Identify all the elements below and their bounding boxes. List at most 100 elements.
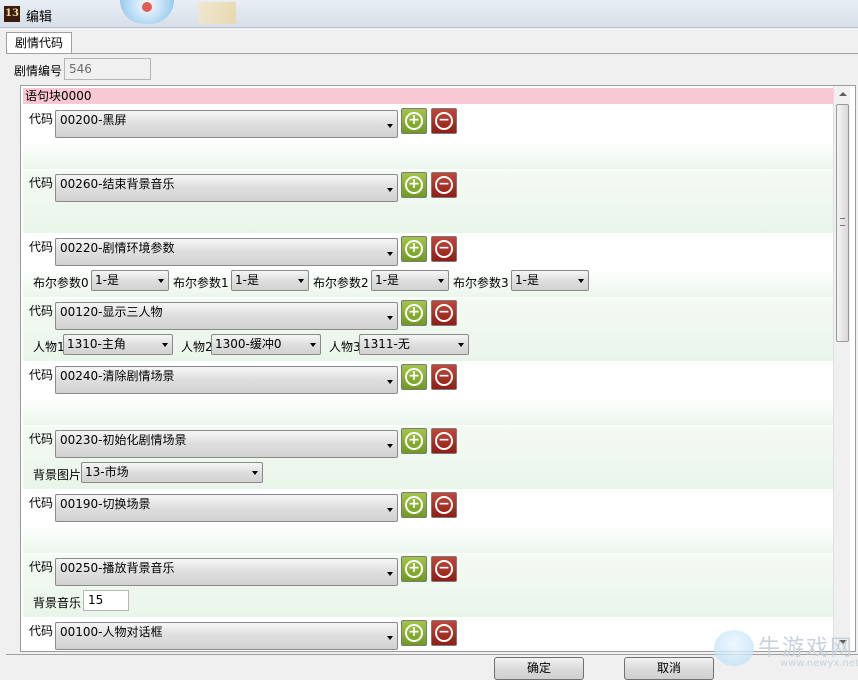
code-select[interactable]: 00260-结束背景音乐	[55, 174, 398, 202]
dropdown-arrow-icon	[387, 572, 393, 576]
add-statement-button[interactable]: +	[401, 172, 427, 198]
statement-row: 代码 00120-显示三人物 + − 人物1 1310-主角 人物2 1300-缓冲0 人物3 1…	[23, 298, 835, 361]
remove-statement-button[interactable]: −	[431, 300, 457, 326]
plus-icon: +	[405, 304, 423, 322]
story-id-label: 剧情编号	[14, 64, 63, 78]
statement-row: 代码 00240-清除剧情场景 + −	[23, 362, 835, 425]
add-statement-button[interactable]: +	[401, 300, 427, 326]
minus-icon: −	[435, 240, 453, 258]
minus-icon: −	[435, 368, 453, 386]
minus-icon: −	[435, 176, 453, 194]
code-select-value: 00220-剧情环境参数	[60, 241, 175, 255]
remove-statement-button[interactable]: −	[431, 428, 457, 454]
scroll-up-button[interactable]	[834, 86, 851, 103]
code-select-value: 00190-切换场景	[60, 497, 151, 511]
minus-icon: −	[435, 432, 453, 450]
watermark-url: www.newyx.net	[780, 658, 858, 669]
code-label: 代码	[29, 624, 54, 638]
cancel-button[interactable]: 取消	[624, 657, 714, 680]
add-statement-button[interactable]: +	[401, 620, 427, 646]
dropdown-arrow-icon	[387, 188, 393, 192]
code-label: 代码	[29, 304, 54, 318]
ok-button[interactable]: 确定	[494, 657, 584, 680]
remove-statement-button[interactable]: −	[431, 172, 457, 198]
code-select-value: 00120-显示三人物	[60, 305, 163, 319]
code-select[interactable]: 00200-黑屏	[55, 110, 398, 138]
code-select[interactable]: 00240-清除剧情场景	[55, 366, 398, 394]
dropdown-arrow-icon	[458, 343, 464, 347]
minus-icon: −	[435, 304, 453, 322]
code-select[interactable]: 00250-播放背景音乐	[55, 558, 398, 586]
remove-statement-button[interactable]: −	[431, 556, 457, 582]
dropdown-arrow-icon	[387, 124, 393, 128]
dropdown-arrow-icon	[387, 444, 393, 448]
param-select[interactable]: 13-市场	[81, 462, 263, 483]
plus-icon: +	[405, 624, 423, 642]
story-id-field[interactable]: 546	[64, 58, 151, 80]
statement-row: 代码 00230-初始化剧情场景 + − 背景图片 13-市场	[23, 426, 835, 489]
param-label: 人物1	[33, 340, 65, 354]
plus-icon: +	[405, 560, 423, 578]
vertical-scrollbar[interactable]	[833, 86, 850, 651]
param-input[interactable]: 15	[83, 590, 129, 611]
statement-row: 代码 00220-剧情环境参数 + − 布尔参数0 1-是 布尔参数1 1-是 布尔参数2 1-是…	[23, 234, 835, 297]
param-value: 1310-主角	[67, 337, 126, 351]
code-select-value: 00230-初始化剧情场景	[60, 433, 187, 447]
minus-icon: −	[435, 624, 453, 642]
code-select[interactable]: 00230-初始化剧情场景	[55, 430, 398, 458]
param-value: 1-是	[235, 273, 259, 287]
code-select[interactable]: 00100-人物对话框	[55, 622, 398, 650]
remove-statement-button[interactable]: −	[431, 108, 457, 134]
add-statement-button[interactable]: +	[401, 492, 427, 518]
watermark-logo-icon	[714, 630, 754, 666]
add-statement-button[interactable]: +	[401, 556, 427, 582]
param-value: 1311-无	[363, 337, 410, 351]
plus-icon: +	[405, 240, 423, 258]
remove-statement-button[interactable]: −	[431, 492, 457, 518]
plus-icon: +	[405, 368, 423, 386]
param-select[interactable]: 1310-主角	[63, 334, 173, 355]
add-statement-button[interactable]: +	[401, 428, 427, 454]
titlebar-background-icon	[120, 0, 174, 24]
statement-row: 代码 00190-切换场景 + −	[23, 490, 835, 553]
add-statement-button[interactable]: +	[401, 108, 427, 134]
window-title: 编辑	[26, 10, 53, 25]
remove-statement-button[interactable]: −	[431, 236, 457, 262]
remove-statement-button[interactable]: −	[431, 364, 457, 390]
param-select[interactable]: 1-是	[511, 270, 589, 291]
param-label: 布尔参数3	[453, 276, 509, 290]
plus-icon: +	[405, 496, 423, 514]
dropdown-arrow-icon	[387, 508, 393, 512]
code-select-value: 00100-人物对话框	[60, 625, 163, 639]
param-select[interactable]: 1-是	[91, 270, 169, 291]
dropdown-arrow-icon	[162, 343, 168, 347]
app-icon: 13	[4, 6, 20, 22]
param-value: 15	[88, 593, 104, 607]
param-select[interactable]: 1-是	[231, 270, 309, 291]
dropdown-arrow-icon	[387, 636, 393, 640]
tab-story-code[interactable]: 剧情代码	[6, 32, 72, 54]
code-select-value: 00260-结束背景音乐	[60, 177, 175, 191]
add-statement-button[interactable]: +	[401, 364, 427, 390]
statement-row: 代码 00250-播放背景音乐 + − 背景音乐 15	[23, 554, 835, 617]
param-label: 人物2	[181, 340, 213, 354]
tab-panel-border	[6, 53, 858, 54]
param-select[interactable]: 1-是	[371, 270, 449, 291]
minus-icon: −	[435, 112, 453, 130]
dropdown-arrow-icon	[158, 279, 164, 283]
code-label: 代码	[29, 432, 54, 446]
dropdown-arrow-icon	[578, 279, 584, 283]
code-select[interactable]: 00120-显示三人物	[55, 302, 398, 330]
param-select[interactable]: 1300-缓冲0	[211, 334, 321, 355]
add-statement-button[interactable]: +	[401, 236, 427, 262]
minus-icon: −	[435, 560, 453, 578]
param-label: 背景图片	[33, 468, 82, 482]
param-select[interactable]: 1311-无	[359, 334, 469, 355]
remove-statement-button[interactable]: −	[431, 620, 457, 646]
statement-list[interactable]: 语句块0000 代码 00200-黑屏 + − 代码 00260-结束背景音乐 + − 代码 00…	[20, 85, 856, 652]
scroll-thumb[interactable]	[836, 104, 849, 342]
code-select[interactable]: 00190-切换场景	[55, 494, 398, 522]
code-select[interactable]: 00220-剧情环境参数	[55, 238, 398, 266]
block-header: 语句块0000	[23, 88, 835, 104]
dropdown-arrow-icon	[387, 316, 393, 320]
